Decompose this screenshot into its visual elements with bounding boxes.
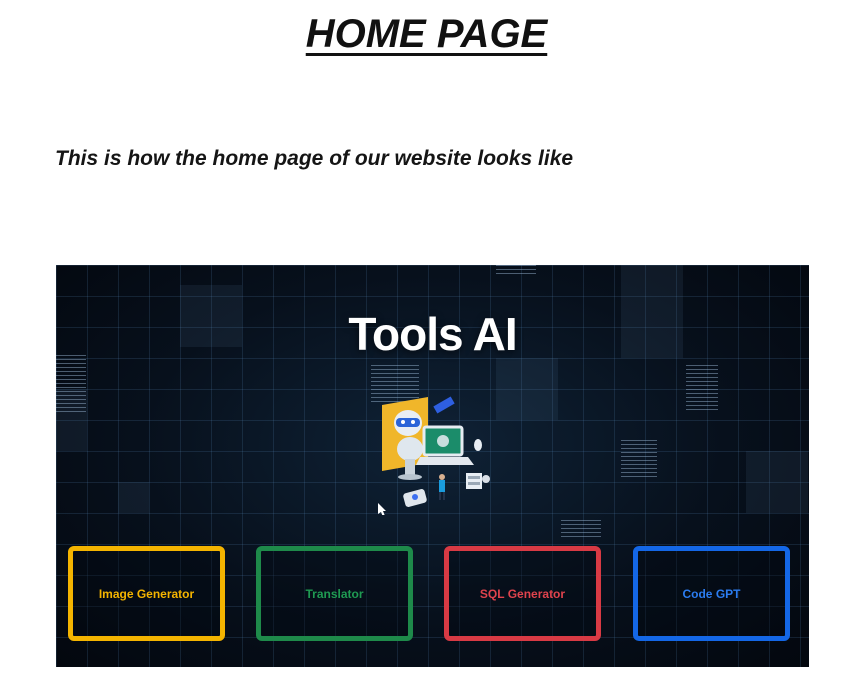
tool-label: Translator bbox=[305, 586, 364, 601]
robot-laptop-icon bbox=[378, 396, 490, 515]
code-lines-decoration bbox=[561, 520, 601, 540]
tool-label: SQL Generator bbox=[479, 586, 566, 601]
tool-label: Image Generator bbox=[98, 586, 195, 601]
code-lines-decoration bbox=[496, 265, 536, 277]
code-gpt-button[interactable]: Code GPT bbox=[633, 546, 790, 641]
website-screenshot: Tools AI Image Generator Translator SQL … bbox=[56, 265, 809, 667]
code-lines-decoration bbox=[56, 355, 86, 415]
sql-generator-button[interactable]: SQL Generator bbox=[444, 546, 601, 641]
code-lines-decoration bbox=[621, 440, 657, 480]
image-generator-button[interactable]: Image Generator bbox=[68, 546, 225, 641]
bg-tile bbox=[496, 358, 558, 420]
hero-title: Tools AI bbox=[348, 308, 517, 360]
bg-tile bbox=[118, 482, 149, 513]
page-title: HOME PAGE bbox=[305, 12, 548, 56]
tool-label: Code GPT bbox=[682, 586, 741, 601]
document-page: HOME PAGE This is how the home page of o… bbox=[0, 0, 853, 692]
page-subtitle: This is how the home page of our website… bbox=[55, 147, 574, 170]
code-lines-decoration bbox=[686, 365, 718, 410]
translator-button[interactable]: Translator bbox=[256, 546, 413, 641]
bg-tile bbox=[746, 451, 808, 513]
